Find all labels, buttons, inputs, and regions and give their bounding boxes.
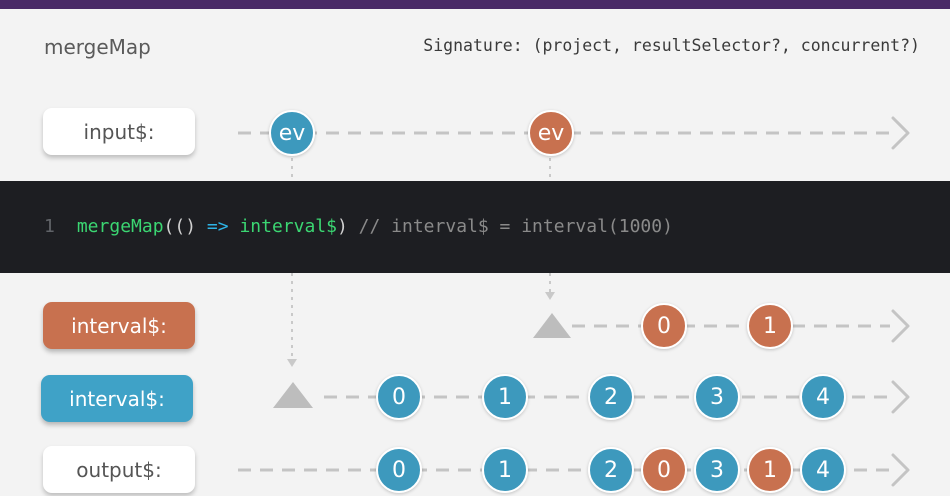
code-line: 1 mergeMap(() => interval$) // interval$ … xyxy=(44,181,673,273)
interval-blue-marble: 2 xyxy=(588,374,634,420)
code-panel: 1 mergeMap(() => interval$) // interval$ … xyxy=(0,181,950,273)
output-marble: 1 xyxy=(747,447,793,493)
connector-blue-arrowhead xyxy=(287,359,297,367)
code-comment: // interval$ = interval(1000) xyxy=(347,216,673,237)
code-paren-close: ) xyxy=(185,216,197,237)
interval-orange-marble: 1 xyxy=(747,303,793,349)
code-arrow: => xyxy=(196,216,240,237)
output-marble: 0 xyxy=(641,447,687,493)
interval-orange-stream-label: interval$: xyxy=(43,302,195,349)
output-marble: 4 xyxy=(800,447,846,493)
code-argument: interval$ xyxy=(239,216,337,237)
input-marble-ev-blue: ev xyxy=(269,110,315,156)
output-stream-label: output$: xyxy=(43,446,195,493)
connector-orange-arrowhead xyxy=(545,292,555,300)
interval-blue-marble: 1 xyxy=(482,374,528,420)
code-close-paren: ) xyxy=(336,216,348,237)
interval-orange-arrowhead xyxy=(891,309,910,343)
interval-orange-start-triangle xyxy=(533,313,571,338)
interval-blue-stream-label: interval$: xyxy=(41,375,193,422)
output-arrowhead xyxy=(891,453,910,487)
output-marble: 1 xyxy=(482,447,528,493)
output-marble: 3 xyxy=(694,447,740,493)
output-marble: 2 xyxy=(588,447,634,493)
interval-blue-start-triangle xyxy=(273,382,313,408)
line-number: 1 xyxy=(44,216,55,237)
interval-orange-marble: 0 xyxy=(641,303,687,349)
interval-blue-marble: 0 xyxy=(376,374,422,420)
interval-blue-marble: 4 xyxy=(800,374,846,420)
code-function: mergeMap xyxy=(76,216,164,237)
output-marble: 0 xyxy=(376,447,422,493)
input-arrowhead xyxy=(891,116,910,150)
input-stream-label: input$: xyxy=(43,108,195,155)
interval-blue-arrowhead xyxy=(891,380,910,414)
code-open-parens: (( xyxy=(163,216,186,237)
interval-blue-marble: 3 xyxy=(694,374,740,420)
input-marble-ev-orange: ev xyxy=(528,110,574,156)
